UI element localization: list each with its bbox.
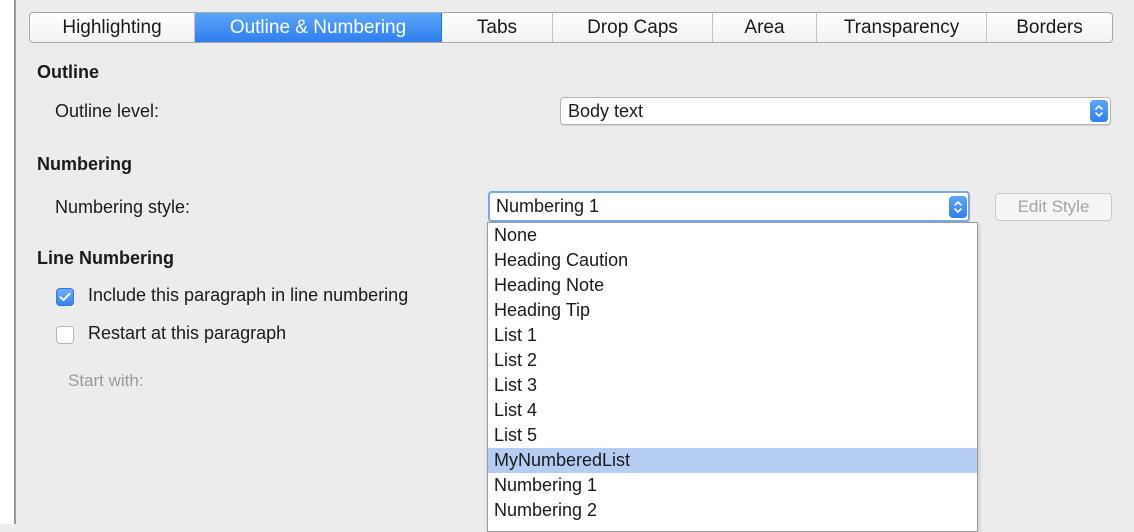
list-item[interactable]: Heading Caution [488,248,977,273]
numbering-style-value: Numbering 1 [496,196,600,216]
outline-section-title: Outline [37,62,99,82]
tab-highlighting[interactable]: Highlighting [30,13,195,42]
tab-drop-caps[interactable]: Drop Caps [553,13,713,42]
numbering-section-title: Numbering [37,154,133,174]
list-item[interactable]: List 5 [488,423,977,448]
window-border [14,0,16,524]
tab-tabs[interactable]: Tabs [442,13,553,42]
tab-transparency[interactable]: Transparency [817,13,987,42]
outline-level-label: Outline level: [55,101,160,121]
include-line-numbering-label[interactable]: Include this paragraph in line numbering [88,285,408,306]
outline-level-select[interactable]: Body text [560,97,1111,125]
tab-borders[interactable]: Borders [987,13,1112,42]
checkmark-icon [59,292,71,301]
list-item[interactable]: None [488,223,977,248]
restart-paragraph-label[interactable]: Restart at this paragraph [88,323,286,344]
tab-area[interactable]: Area [713,13,817,42]
tab-bar: Highlighting Outline & Numbering Tabs Dr… [29,12,1113,43]
list-item[interactable]: List 4 [488,398,977,423]
list-item[interactable]: List 1 [488,323,977,348]
list-item[interactable]: List 2 [488,348,977,373]
list-item[interactable]: Heading Tip [488,298,977,323]
list-item-highlighted[interactable]: MyNumberedList [488,448,977,473]
numbering-style-label: Numbering style: [55,197,191,217]
edit-style-button[interactable]: Edit Style [995,193,1112,221]
numbering-style-dropdown-list: None Heading Caution Heading Note Headin… [487,222,978,532]
chevron-updown-icon [949,196,967,218]
list-item[interactable]: Heading Note [488,273,977,298]
list-item[interactable]: List 3 [488,373,977,398]
outline-level-value: Body text [568,100,644,121]
include-line-numbering-checkbox[interactable] [56,288,74,306]
numbering-style-select[interactable]: Numbering 1 [488,191,970,222]
tab-outline-numbering[interactable]: Outline & Numbering [195,13,442,42]
chevron-updown-icon [1090,100,1108,122]
list-item[interactable]: Numbering 1 [488,473,977,498]
window-left-edge [0,0,14,524]
start-with-label: Start with: [68,371,144,390]
list-item[interactable]: Numbering 2 [488,498,977,523]
line-numbering-section-title: Line Numbering [37,248,175,268]
restart-paragraph-checkbox[interactable] [56,326,74,344]
